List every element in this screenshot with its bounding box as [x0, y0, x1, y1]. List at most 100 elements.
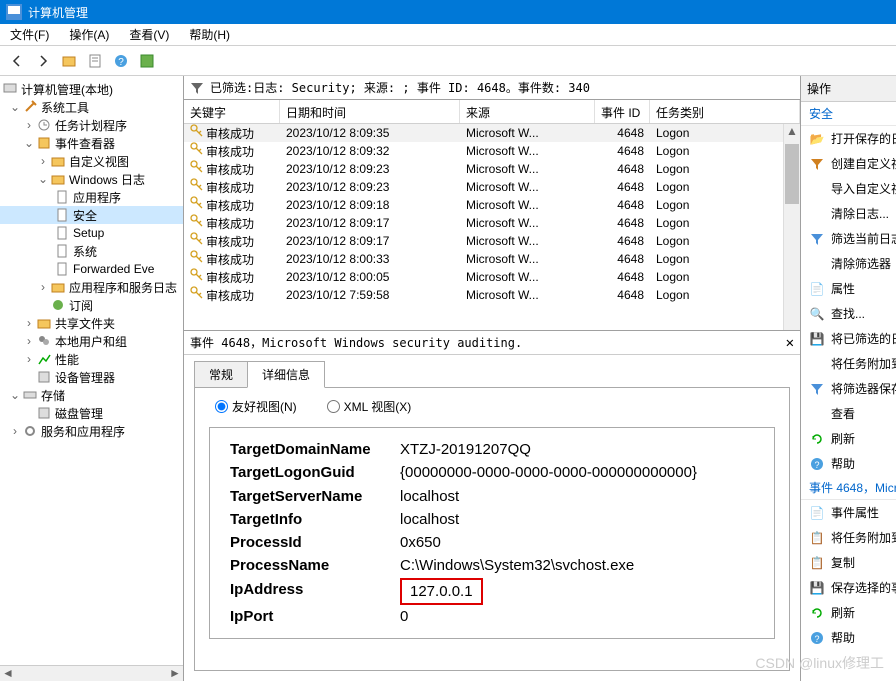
filter-save-icon	[809, 381, 825, 397]
table-row[interactable]: 审核成功2023/10/12 8:09:23Microsoft W...4648…	[184, 160, 800, 178]
tree-forwarded-log[interactable]: Forwarded Eve	[0, 260, 183, 278]
action-clear-log[interactable]: 清除日志...	[801, 201, 896, 226]
radio-xml[interactable]: XML 视图(X)	[327, 398, 412, 415]
action-copy[interactable]: 📋复制	[801, 550, 896, 575]
col-eventid[interactable]: 事件 ID	[595, 100, 650, 123]
forward-button[interactable]	[32, 50, 54, 72]
action-help[interactable]: ?帮助	[801, 451, 896, 476]
grid-scrollbar[interactable]: ▲	[783, 124, 800, 330]
action-refresh-2[interactable]: 刷新	[801, 600, 896, 625]
menu-help[interactable]: 帮助(H)	[179, 24, 240, 45]
radio-xml-input[interactable]	[327, 400, 340, 413]
disk-icon	[36, 405, 52, 421]
tree-custom-views[interactable]: ›自定义视图	[0, 152, 183, 170]
folder-icon	[50, 279, 66, 295]
tree-system-log[interactable]: 系统	[0, 242, 183, 260]
import-icon	[809, 181, 825, 197]
tree-event-viewer[interactable]: ⌄事件查看器	[0, 134, 183, 152]
table-row[interactable]: 审核成功2023/10/12 7:59:58Microsoft W...4648…	[184, 286, 800, 304]
expand-icon[interactable]: ›	[22, 316, 36, 330]
collapse-icon[interactable]: ⌄	[22, 136, 36, 150]
radio-friendly-input[interactable]	[215, 400, 228, 413]
app-icon	[6, 4, 22, 20]
action-attach-task[interactable]: 将任务附加到	[801, 351, 896, 376]
menu-action[interactable]: 操作(A)	[59, 24, 119, 45]
col-keyword[interactable]: 关键字	[184, 100, 280, 123]
action-refresh[interactable]: 刷新	[801, 426, 896, 451]
action-help-2[interactable]: ?帮助	[801, 625, 896, 650]
tree-security-log[interactable]: 安全	[0, 206, 183, 224]
expand-icon[interactable]: ›	[22, 118, 36, 132]
tree-root[interactable]: 计算机管理(本地)	[0, 80, 183, 98]
expand-icon[interactable]: ›	[22, 352, 36, 366]
toolbar-btn-3[interactable]	[136, 50, 158, 72]
action-save-filtered[interactable]: 💾将已筛选的日志	[801, 326, 896, 351]
tree-disk-mgmt[interactable]: 磁盘管理	[0, 404, 183, 422]
action-properties[interactable]: 📄属性	[801, 276, 896, 301]
key-icon	[190, 250, 204, 264]
tree-app-log[interactable]: 应用程序	[0, 188, 183, 206]
tree-shared-folders[interactable]: ›共享文件夹	[0, 314, 183, 332]
clear-filter-icon	[809, 256, 825, 272]
table-row[interactable]: 审核成功2023/10/12 8:00:05Microsoft W...4648…	[184, 268, 800, 286]
title-bar: 计算机管理	[0, 0, 896, 24]
tree-subscriptions[interactable]: 订阅	[0, 296, 183, 314]
task-icon	[809, 356, 825, 372]
action-open-saved[interactable]: 📂打开保存的日志	[801, 126, 896, 151]
collapse-icon[interactable]: ⌄	[36, 172, 50, 186]
table-row[interactable]: 审核成功2023/10/12 8:09:17Microsoft W...4648…	[184, 232, 800, 250]
table-row[interactable]: 审核成功2023/10/12 8:09:23Microsoft W...4648…	[184, 178, 800, 196]
tree-dev-mgr[interactable]: 设备管理器	[0, 368, 183, 386]
close-icon[interactable]: ✕	[786, 335, 794, 351]
radio-friendly[interactable]: 友好视图(N)	[215, 398, 297, 415]
table-row[interactable]: 审核成功2023/10/12 8:09:32Microsoft W...4648…	[184, 142, 800, 160]
collapse-icon[interactable]: ⌄	[8, 388, 22, 402]
action-create-custom[interactable]: 创建自定义视图	[801, 151, 896, 176]
expand-icon[interactable]: ›	[8, 424, 22, 438]
col-source[interactable]: 来源	[460, 100, 595, 123]
tab-details[interactable]: 详细信息	[247, 361, 325, 388]
col-category[interactable]: 任务类别	[650, 100, 800, 123]
expand-icon[interactable]: ›	[36, 154, 50, 168]
save-icon: 💾	[809, 331, 825, 347]
action-save-filter-as[interactable]: 将筛选器保存	[801, 376, 896, 401]
table-row[interactable]: 审核成功2023/10/12 8:09:17Microsoft W...4648…	[184, 214, 800, 232]
ip-address-highlight: 127.0.0.1	[400, 578, 483, 605]
tree-win-logs[interactable]: ⌄Windows 日志	[0, 170, 183, 188]
help-button[interactable]: ?	[110, 50, 132, 72]
action-import-custom[interactable]: 导入自定义视图	[801, 176, 896, 201]
action-event-props[interactable]: 📄事件属性	[801, 500, 896, 525]
tree-storage[interactable]: ⌄存储	[0, 386, 183, 404]
toolbar-btn-1[interactable]	[58, 50, 80, 72]
table-row[interactable]: 审核成功2023/10/12 8:00:33Microsoft W...4648…	[184, 250, 800, 268]
action-find[interactable]: 🔍查找...	[801, 301, 896, 326]
tree-systools[interactable]: ⌄系统工具	[0, 98, 183, 116]
expand-icon[interactable]: ›	[22, 334, 36, 348]
tree-setup-log[interactable]: Setup	[0, 224, 183, 242]
help-icon: ?	[809, 456, 825, 472]
tree-local-users[interactable]: ›本地用户和组	[0, 332, 183, 350]
back-button[interactable]	[6, 50, 28, 72]
action-clear-filter[interactable]: 清除筛选器	[801, 251, 896, 276]
tree-task-scheduler[interactable]: ›任务计划程序	[0, 116, 183, 134]
tree-svc-apps[interactable]: ›服务和应用程序	[0, 422, 183, 440]
key-icon	[190, 178, 204, 192]
tree-performance[interactable]: ›性能	[0, 350, 183, 368]
menu-view[interactable]: 查看(V)	[119, 24, 179, 45]
help-icon: ?	[809, 630, 825, 646]
menu-file[interactable]: 文件(F)	[0, 24, 59, 45]
toolbar-btn-2[interactable]	[84, 50, 106, 72]
table-row[interactable]: 审核成功2023/10/12 8:09:35Microsoft W...4648…	[184, 124, 800, 142]
action-view[interactable]: 查看	[801, 401, 896, 426]
expand-icon[interactable]: ›	[36, 280, 50, 294]
col-datetime[interactable]: 日期和时间	[280, 100, 460, 123]
action-attach-task-2[interactable]: 📋将任务附加到	[801, 525, 896, 550]
table-row[interactable]: 审核成功2023/10/12 8:09:18Microsoft W...4648…	[184, 196, 800, 214]
tab-general[interactable]: 常规	[194, 361, 248, 388]
tree-scrollbar[interactable]: ◄►	[0, 665, 183, 681]
collapse-icon[interactable]: ⌄	[8, 100, 22, 114]
action-save-selected[interactable]: 💾保存选择的事件	[801, 575, 896, 600]
tree-app-svc-logs[interactable]: ›应用程序和服务日志	[0, 278, 183, 296]
action-filter-current[interactable]: 筛选当前日志	[801, 226, 896, 251]
key-icon	[190, 268, 204, 282]
